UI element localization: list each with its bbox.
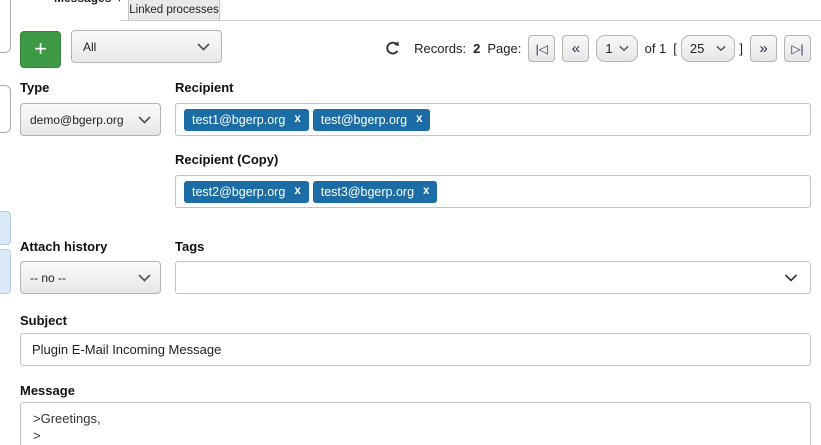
recipient-copy-chip: test2@bgerp.org x: [184, 181, 309, 203]
pagination-bar: Records: 2 Page: |◁ « 1 of 1 [ 25 ] » ▷|: [384, 35, 811, 62]
first-page-button[interactable]: |◁: [528, 35, 555, 62]
chip-remove-icon[interactable]: x: [294, 186, 300, 198]
type-value: demo@bgerp.org: [30, 113, 124, 127]
chip-remove-icon[interactable]: x: [423, 186, 429, 198]
tab-linked-processes-label: Linked processes: [129, 4, 219, 16]
prev-page-button[interactable]: «: [562, 35, 589, 62]
clipped-row-highlight: [0, 211, 11, 245]
page-of-label: of 1: [645, 41, 667, 56]
clipped-row-highlight: [0, 249, 11, 294]
last-page-button[interactable]: ▷|: [784, 35, 811, 62]
recipient-chip: test1@bgerp.org x: [184, 109, 309, 131]
bracket-open: [: [673, 41, 677, 56]
recipient-copy-chip-text: test3@bgerp.org: [321, 185, 414, 199]
page-number-select[interactable]: 1: [596, 35, 637, 62]
tags-label: Tags: [175, 239, 204, 254]
chevron-down-icon: [784, 274, 798, 282]
message-label: Message: [20, 383, 75, 398]
recipient-chip: test@bgerp.org x: [313, 109, 431, 131]
recipient-copy-chip-text: test2@bgerp.org: [192, 185, 285, 199]
chevron-down-icon: [619, 45, 629, 52]
refresh-icon[interactable]: [384, 40, 401, 57]
chevron-down-icon: [197, 43, 210, 51]
refresh-icon[interactable]: [116, 0, 120, 5]
subject-input[interactable]: [20, 333, 811, 366]
tab-linked-processes[interactable]: Linked processes: [128, 0, 220, 20]
next-page-button[interactable]: »: [750, 35, 777, 62]
page-size-select[interactable]: 25: [681, 35, 735, 62]
attach-history-label: Attach history: [20, 239, 107, 254]
chip-remove-icon[interactable]: x: [416, 114, 422, 126]
message-textarea[interactable]: >Greetings, >: [20, 402, 811, 445]
clipped-panel-edge: [0, 85, 11, 133]
recipient-field[interactable]: test1@bgerp.org x test@bgerp.org x: [175, 103, 811, 136]
clipped-panel-edge: [0, 0, 11, 53]
records-label: Records:: [414, 41, 466, 56]
recipient-copy-field[interactable]: test2@bgerp.org x test3@bgerp.org x: [175, 175, 811, 208]
subject-label: Subject: [20, 313, 67, 328]
chip-remove-icon[interactable]: x: [294, 114, 300, 126]
message-filter-value: All: [83, 40, 96, 54]
bracket-close: ]: [739, 41, 743, 56]
attach-history-value: -- no --: [30, 271, 66, 285]
chevron-down-icon: [716, 45, 726, 52]
page-number-value: 1: [605, 41, 612, 56]
attach-history-select[interactable]: -- no --: [20, 261, 161, 294]
recipient-label: Recipient: [175, 80, 234, 95]
type-label: Type: [20, 80, 49, 95]
tab-messages[interactable]: Messages: [52, 0, 120, 21]
chevron-down-icon: [138, 274, 151, 282]
message-filter-select[interactable]: All: [71, 30, 222, 63]
tabbar-divider: [120, 20, 821, 21]
chevron-down-icon: [138, 116, 151, 124]
recipient-copy-chip: test3@bgerp.org x: [313, 181, 438, 203]
records-count: 2: [473, 41, 480, 56]
page-label: Page:: [487, 41, 521, 56]
recipient-copy-label: Recipient (Copy): [175, 152, 278, 167]
page-size-value: 25: [690, 41, 704, 56]
recipient-chip-text: test1@bgerp.org: [192, 113, 285, 127]
tab-messages-label: Messages: [54, 0, 111, 5]
message-editor-page: Messages Linked processes + All Records:: [0, 0, 821, 445]
recipient-chip-text: test@bgerp.org: [321, 113, 407, 127]
add-message-button[interactable]: +: [20, 31, 61, 68]
type-select[interactable]: demo@bgerp.org: [20, 103, 161, 136]
tags-input[interactable]: [175, 261, 811, 294]
